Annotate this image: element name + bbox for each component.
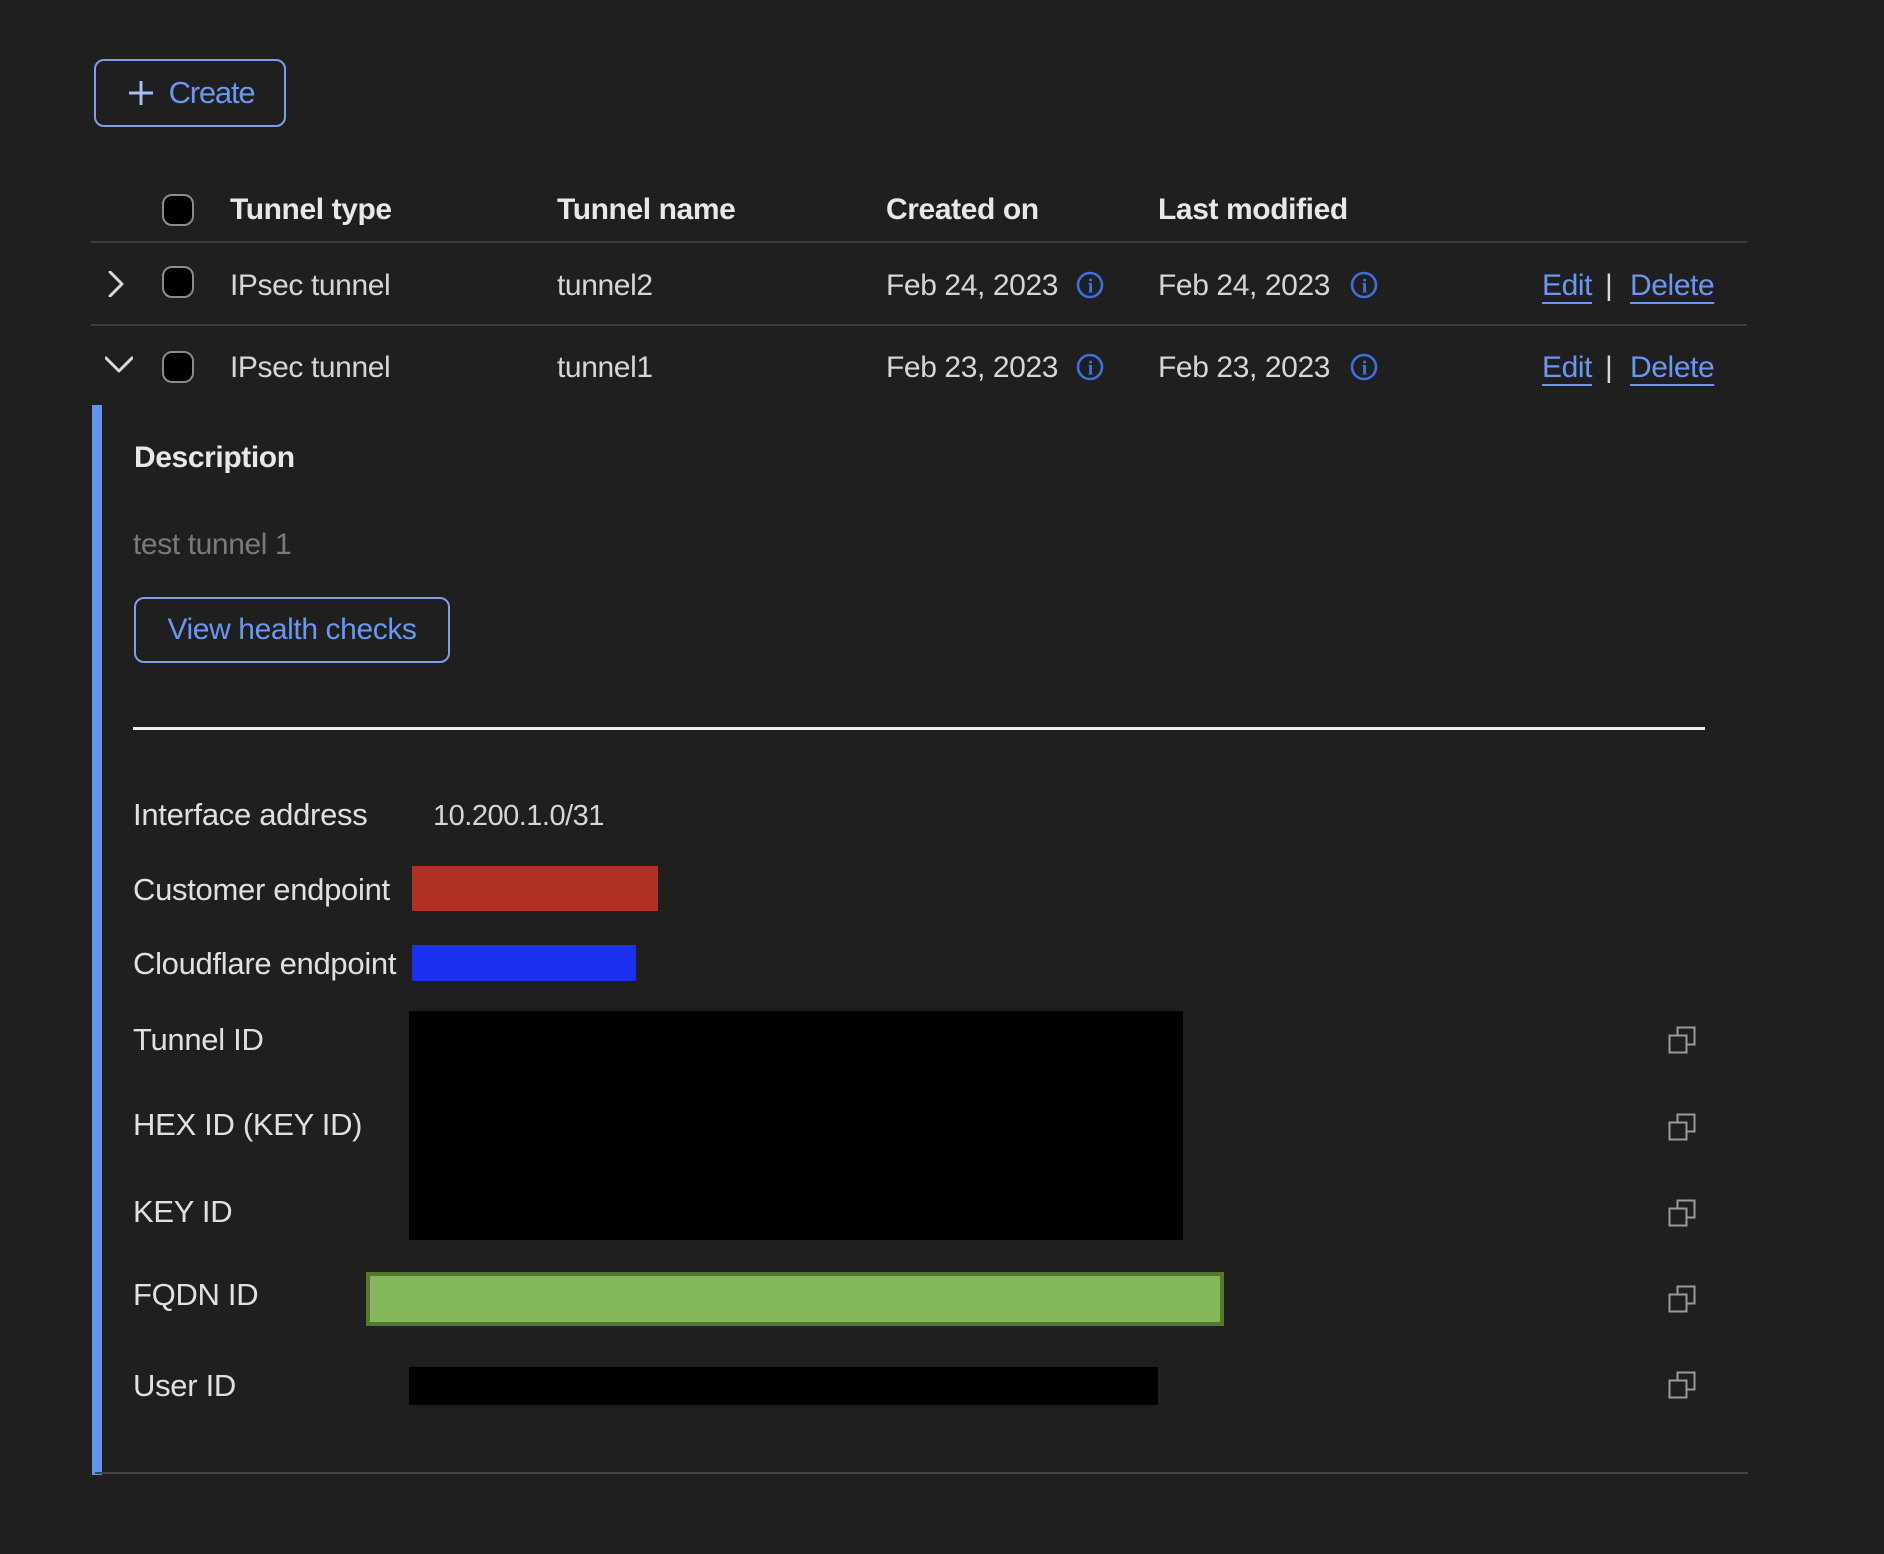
svg-text:i: i bbox=[1088, 276, 1094, 298]
svg-text:i: i bbox=[1362, 358, 1368, 380]
svg-text:i: i bbox=[1088, 358, 1094, 380]
svg-text:i: i bbox=[1362, 276, 1368, 298]
